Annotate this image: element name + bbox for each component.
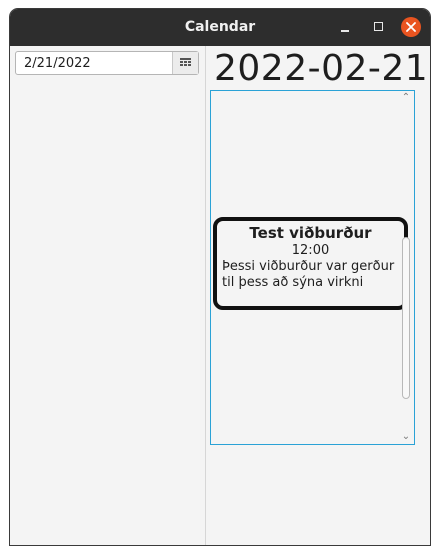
event-time: 12:00 — [291, 243, 330, 258]
close-icon — [406, 22, 416, 32]
minimize-button[interactable] — [337, 18, 355, 36]
day-view-scroll-area[interactable]: Test viðburður 12:00 Þessi viðburður var… — [210, 90, 415, 445]
date-picker — [15, 51, 199, 75]
open-calendar-button[interactable] — [172, 52, 198, 74]
date-input[interactable] — [16, 52, 174, 74]
event-description: Þessi viðburður var gerður til þess að s… — [222, 259, 395, 290]
event-title: Test viðburður — [249, 224, 372, 242]
scroll-thumb[interactable] — [402, 237, 410, 399]
calendar-icon — [180, 58, 191, 66]
close-button[interactable] — [401, 17, 421, 37]
vertical-scrollbar[interactable]: ⌃ ⌄ — [399, 92, 413, 443]
date-heading: 2022-02-21 — [214, 48, 429, 89]
title-bar[interactable]: Calendar — [10, 9, 430, 46]
scroll-down-icon[interactable]: ⌄ — [399, 431, 413, 443]
scroll-up-icon[interactable]: ⌃ — [399, 92, 413, 104]
window-title: Calendar — [184, 19, 256, 35]
event-card[interactable]: Test viðburður 12:00 Þessi viðburður var… — [213, 217, 408, 310]
app-window: Calendar 2022 — [9, 8, 431, 546]
maximize-button[interactable] — [370, 18, 388, 36]
left-panel — [10, 46, 206, 545]
day-panel: 2022-02-21 Test viðburður 12:00 Þessi vi… — [206, 46, 430, 545]
